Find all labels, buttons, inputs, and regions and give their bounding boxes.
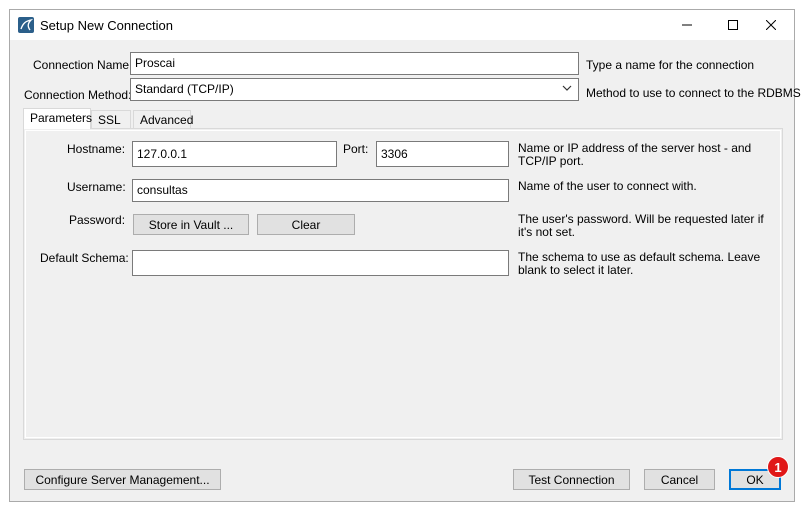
close-icon	[766, 20, 776, 30]
connection-method-value: Standard (TCP/IP)	[135, 82, 234, 96]
minimize-button[interactable]	[664, 10, 710, 40]
chevron-down-icon	[562, 85, 572, 91]
hostname-input[interactable]: 127.0.0.1	[132, 141, 337, 167]
setup-connection-dialog: Setup New Connection Connection Name: Pr…	[9, 9, 801, 502]
cancel-button[interactable]: Cancel	[644, 469, 715, 490]
configure-server-management-button[interactable]: Configure Server Management...	[24, 469, 221, 490]
connection-name-desc: Type a name for the connection	[586, 58, 755, 72]
step-badge: 1	[767, 456, 789, 478]
tab-ssl[interactable]: SSL	[91, 110, 131, 129]
default-schema-label: Default Schema:	[40, 251, 129, 265]
parameters-panel-inner	[25, 130, 781, 438]
connection-method-desc: Method to use to connect to the RDBMS	[586, 86, 801, 100]
tab-parameters[interactable]: Parameters	[23, 108, 92, 129]
connection-name-label: Connection Name:	[33, 58, 133, 72]
default-schema-input[interactable]	[132, 250, 509, 276]
parameters-panel: Hostname: 127.0.0.1 Port: 3306 Name or I…	[23, 128, 783, 440]
port-label: Port:	[343, 142, 369, 156]
port-input[interactable]: 3306	[376, 141, 509, 167]
default-schema-desc: The schema to use as default schema. Lea…	[518, 250, 761, 277]
password-desc: The user's password. Will be requested l…	[518, 212, 764, 239]
test-connection-button[interactable]: Test Connection	[513, 469, 630, 490]
mysql-workbench-icon	[18, 17, 34, 33]
window-title: Setup New Connection	[40, 18, 173, 33]
tab-advanced[interactable]: Advanced	[133, 110, 193, 129]
minimize-icon	[682, 24, 692, 26]
store-in-vault-button[interactable]: Store in Vault ...	[133, 214, 249, 235]
connection-method-label: Connection Method:	[24, 88, 132, 102]
username-desc: Name of the user to connect with.	[518, 179, 697, 193]
maximize-icon	[728, 20, 738, 30]
username-input[interactable]: consultas	[132, 179, 509, 202]
hostname-label: Hostname:	[67, 142, 126, 156]
clear-password-button[interactable]: Clear	[257, 214, 355, 235]
username-label: Username:	[67, 180, 126, 194]
close-button[interactable]	[748, 10, 794, 40]
hostname-desc: Name or IP address of the server host - …	[518, 141, 752, 168]
password-label: Password:	[69, 213, 126, 227]
connection-method-select[interactable]: Standard (TCP/IP)	[130, 78, 579, 101]
title-bar: Setup New Connection	[10, 10, 794, 40]
connection-name-input[interactable]: Proscai	[130, 52, 579, 75]
